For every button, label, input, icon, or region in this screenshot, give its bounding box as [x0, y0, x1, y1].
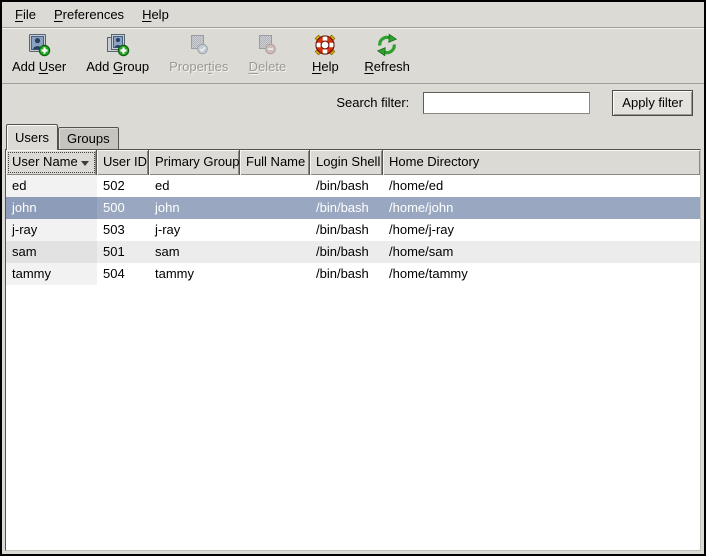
table-cell: /bin/bash	[310, 175, 383, 197]
delete-label: Delete	[249, 59, 287, 74]
help-button[interactable]: Help	[302, 32, 348, 75]
table-cell: 501	[97, 241, 149, 263]
table-cell	[240, 219, 310, 241]
users-table: User Name User ID Primary Group Full Nam…	[5, 149, 701, 551]
table-cell: /home/j-ray	[383, 219, 700, 241]
table-cell	[240, 197, 310, 219]
tab-groups[interactable]: Groups	[58, 127, 119, 149]
properties-button: Properties	[165, 32, 232, 75]
menu-help[interactable]: Help	[133, 3, 178, 27]
column-header-user-name[interactable]: User Name	[6, 150, 97, 175]
refresh-label: Refresh	[364, 59, 410, 74]
help-icon	[313, 33, 337, 57]
table-cell	[240, 263, 310, 285]
table-body: ed502ed/bin/bash/home/edjohn500john/bin/…	[6, 175, 700, 550]
mnemonic-underline: P	[54, 7, 63, 22]
tab-strip: Users Groups	[2, 121, 704, 149]
table-cell: john	[149, 197, 240, 219]
table-cell: /bin/bash	[310, 263, 383, 285]
table-cell: /bin/bash	[310, 219, 383, 241]
apply-filter-button[interactable]: Apply filter	[612, 90, 693, 116]
table-cell: 503	[97, 219, 149, 241]
refresh-icon	[375, 33, 399, 57]
menu-preferences[interactable]: Preferences	[45, 3, 133, 27]
table-cell: 504	[97, 263, 149, 285]
add-user-button[interactable]: Add User	[8, 32, 70, 75]
table-cell: /home/john	[383, 197, 700, 219]
table-cell: tammy	[6, 263, 97, 285]
tab-users[interactable]: Users	[6, 124, 58, 150]
table-cell: sam	[149, 241, 240, 263]
properties-label: Properties	[169, 59, 228, 74]
add-group-label: Add Group	[86, 59, 149, 74]
filter-bar: Search filter: Apply filter	[2, 84, 704, 121]
label-part: ile	[23, 7, 36, 22]
table-cell: john	[6, 197, 97, 219]
table-cell: ed	[6, 175, 97, 197]
table-cell: sam	[6, 241, 97, 263]
search-filter-label: Search filter:	[336, 95, 409, 110]
column-header-full-name[interactable]: Full Name	[240, 150, 310, 175]
table-cell: tammy	[149, 263, 240, 285]
table-row[interactable]: sam501sam/bin/bash/home/sam	[6, 241, 700, 263]
menu-bar: File Preferences Help	[2, 2, 704, 28]
add-group-icon	[106, 33, 130, 57]
table-row[interactable]: j-ray503j-ray/bin/bash/home/j-ray	[6, 219, 700, 241]
delete-button: Delete	[244, 32, 290, 75]
refresh-button[interactable]: Refresh	[360, 32, 414, 75]
table-cell	[240, 241, 310, 263]
table-cell: /bin/bash	[310, 197, 383, 219]
column-header-login-shell[interactable]: Login Shell	[310, 150, 383, 175]
column-header-user-id[interactable]: User ID	[97, 150, 149, 175]
sort-arrow-icon	[81, 161, 89, 166]
label-part: references	[63, 7, 124, 22]
add-user-icon	[27, 33, 51, 57]
table-row[interactable]: john500john/bin/bash/home/john	[6, 197, 700, 219]
column-header-home-directory[interactable]: Home Directory	[383, 150, 700, 175]
table-cell: j-ray	[6, 219, 97, 241]
help-label: Help	[312, 59, 339, 74]
mnemonic-underline: F	[15, 7, 23, 22]
properties-icon	[187, 33, 211, 57]
add-user-label: Add User	[12, 59, 66, 74]
table-cell: ed	[149, 175, 240, 197]
toolbar: Add User Add Group	[2, 28, 704, 84]
table-cell: 502	[97, 175, 149, 197]
column-header-primary-group[interactable]: Primary Group	[149, 150, 240, 175]
user-manager-window: File Preferences Help Add User	[0, 0, 706, 556]
add-group-button[interactable]: Add Group	[82, 32, 153, 75]
table-cell	[240, 175, 310, 197]
table-row[interactable]: ed502ed/bin/bash/home/ed	[6, 175, 700, 197]
table-cell: /home/ed	[383, 175, 700, 197]
label-part: elp	[151, 7, 168, 22]
table-cell: j-ray	[149, 219, 240, 241]
table-row[interactable]: tammy504tammy/bin/bash/home/tammy	[6, 263, 700, 285]
table-cell: /home/tammy	[383, 263, 700, 285]
menu-file[interactable]: File	[6, 3, 45, 27]
table-cell: 500	[97, 197, 149, 219]
table-header: User Name User ID Primary Group Full Nam…	[6, 150, 700, 175]
table-cell: /home/sam	[383, 241, 700, 263]
delete-icon	[255, 33, 279, 57]
search-filter-input[interactable]	[423, 92, 590, 114]
table-cell: /bin/bash	[310, 241, 383, 263]
